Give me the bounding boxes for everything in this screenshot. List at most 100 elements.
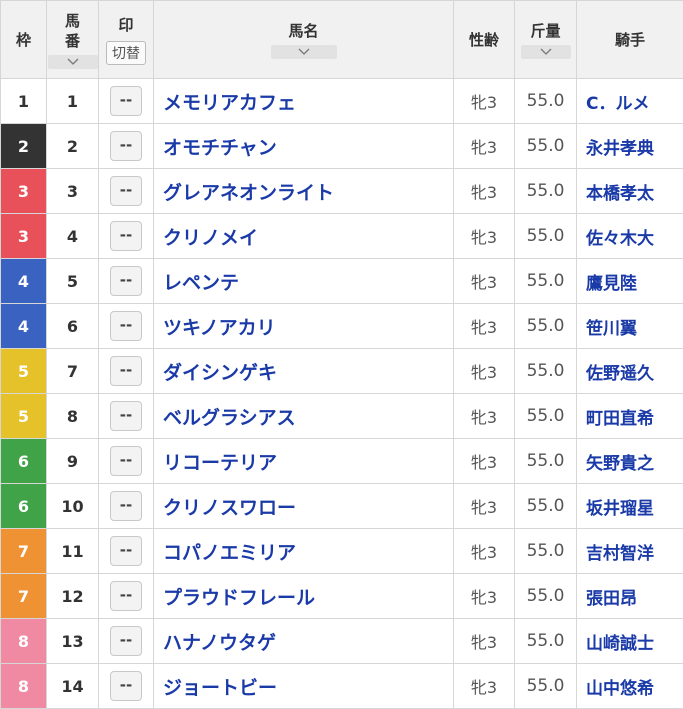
- waku-cell: 7: [1, 574, 47, 619]
- mark-cell: --: [99, 484, 154, 529]
- mark-select-button[interactable]: --: [110, 131, 142, 161]
- waku-cell: 8: [1, 619, 47, 664]
- table-row: 22--オモチチャン牝355.0永井孝典: [1, 124, 683, 169]
- header-umaban[interactable]: 馬 番: [47, 1, 99, 79]
- horse-name-link[interactable]: ダイシンゲキ: [154, 349, 454, 394]
- mark-cell: --: [99, 79, 154, 124]
- sort-umaban-button[interactable]: [48, 55, 98, 69]
- jockey-link[interactable]: 坂井瑠星: [577, 484, 683, 529]
- waku-cell: 6: [1, 484, 47, 529]
- mark-select-button[interactable]: --: [110, 491, 142, 521]
- horse-name-link[interactable]: ハナノウタゲ: [154, 619, 454, 664]
- mark-cell: --: [99, 169, 154, 214]
- jockey-link[interactable]: 張田昂: [577, 574, 683, 619]
- mark-cell: --: [99, 664, 154, 709]
- chevron-down-icon: [67, 58, 79, 65]
- mark-select-button[interactable]: --: [110, 266, 142, 296]
- sexage-cell: 牝3: [454, 664, 515, 709]
- header-kinryo-label: 斤量: [530, 21, 560, 41]
- sort-kinryo-button[interactable]: [521, 45, 571, 59]
- mark-cell: --: [99, 349, 154, 394]
- sexage-cell: 牝3: [454, 214, 515, 259]
- mark-cell: --: [99, 304, 154, 349]
- kinryo-cell: 55.0: [515, 304, 577, 349]
- mark-toggle-button[interactable]: 切替: [106, 41, 146, 65]
- mark-select-button[interactable]: --: [110, 581, 142, 611]
- mark-select-button[interactable]: --: [110, 311, 142, 341]
- umaban-cell: 10: [47, 484, 99, 529]
- mark-select-button[interactable]: --: [110, 626, 142, 656]
- header-kinryo[interactable]: 斤量: [515, 1, 577, 79]
- mark-select-button[interactable]: --: [110, 446, 142, 476]
- horse-name-link[interactable]: ツキノアカリ: [154, 304, 454, 349]
- sort-name-button[interactable]: [271, 45, 337, 59]
- waku-cell: 6: [1, 439, 47, 484]
- waku-cell: 4: [1, 259, 47, 304]
- mark-cell: --: [99, 529, 154, 574]
- horse-name-link[interactable]: プラウドフレール: [154, 574, 454, 619]
- header-name-label: 馬名: [288, 21, 318, 41]
- mark-select-button[interactable]: --: [110, 401, 142, 431]
- jockey-link[interactable]: 鷹見陸: [577, 259, 683, 304]
- horse-name-link[interactable]: オモチチャン: [154, 124, 454, 169]
- waku-cell: 3: [1, 214, 47, 259]
- umaban-cell: 14: [47, 664, 99, 709]
- table-row: 69--リコーテリア牝355.0矢野貴之: [1, 439, 683, 484]
- entry-table: 枠 馬 番 印 切替 馬名: [0, 0, 683, 709]
- jockey-link[interactable]: 佐野遥久: [577, 349, 683, 394]
- jockey-link[interactable]: 山中悠希: [577, 664, 683, 709]
- mark-cell: --: [99, 394, 154, 439]
- jockey-link[interactable]: 笹川翼: [577, 304, 683, 349]
- kinryo-cell: 55.0: [515, 484, 577, 529]
- jockey-link[interactable]: C．ルメ: [577, 79, 683, 124]
- kinryo-cell: 55.0: [515, 349, 577, 394]
- umaban-cell: 4: [47, 214, 99, 259]
- header-row: 枠 馬 番 印 切替 馬名: [1, 1, 683, 79]
- umaban-cell: 9: [47, 439, 99, 484]
- horse-name-link[interactable]: コパノエミリア: [154, 529, 454, 574]
- sexage-cell: 牝3: [454, 574, 515, 619]
- mark-select-button[interactable]: --: [110, 176, 142, 206]
- kinryo-cell: 55.0: [515, 124, 577, 169]
- jockey-link[interactable]: 矢野貴之: [577, 439, 683, 484]
- horse-name-link[interactable]: メモリアカフェ: [154, 79, 454, 124]
- sexage-cell: 牝3: [454, 439, 515, 484]
- jockey-link[interactable]: 吉村智洋: [577, 529, 683, 574]
- jockey-link[interactable]: 町田直希: [577, 394, 683, 439]
- horse-name-link[interactable]: ジョートビー: [154, 664, 454, 709]
- kinryo-cell: 55.0: [515, 394, 577, 439]
- horse-name-link[interactable]: ベルグラシアス: [154, 394, 454, 439]
- jockey-link[interactable]: 佐々木大: [577, 214, 683, 259]
- mark-cell: --: [99, 214, 154, 259]
- horse-name-link[interactable]: リコーテリア: [154, 439, 454, 484]
- horse-name-link[interactable]: クリノメイ: [154, 214, 454, 259]
- mark-select-button[interactable]: --: [110, 671, 142, 701]
- jockey-link[interactable]: 永井孝典: [577, 124, 683, 169]
- umaban-cell: 13: [47, 619, 99, 664]
- header-name[interactable]: 馬名: [154, 1, 454, 79]
- horse-name-link[interactable]: レペンテ: [154, 259, 454, 304]
- table-row: 46--ツキノアカリ牝355.0笹川翼: [1, 304, 683, 349]
- horse-name-link[interactable]: クリノスワロー: [154, 484, 454, 529]
- umaban-cell: 12: [47, 574, 99, 619]
- jockey-link[interactable]: 本橋孝太: [577, 169, 683, 214]
- mark-cell: --: [99, 574, 154, 619]
- mark-select-button[interactable]: --: [110, 536, 142, 566]
- horse-name-link[interactable]: グレアネオンライト: [154, 169, 454, 214]
- chevron-down-icon: [540, 48, 552, 55]
- table-row: 711--コパノエミリア牝355.0吉村智洋: [1, 529, 683, 574]
- umaban-cell: 6: [47, 304, 99, 349]
- mark-select-button[interactable]: --: [110, 356, 142, 386]
- table-row: 34--クリノメイ牝355.0佐々木大: [1, 214, 683, 259]
- entry-rows: 11--メモリアカフェ牝355.0C．ルメ22--オモチチャン牝355.0永井孝…: [1, 79, 683, 709]
- sexage-cell: 牝3: [454, 124, 515, 169]
- kinryo-cell: 55.0: [515, 529, 577, 574]
- kinryo-cell: 55.0: [515, 79, 577, 124]
- kinryo-cell: 55.0: [515, 619, 577, 664]
- sexage-cell: 牝3: [454, 394, 515, 439]
- jockey-link[interactable]: 山崎誠士: [577, 619, 683, 664]
- umaban-cell: 11: [47, 529, 99, 574]
- table-row: 11--メモリアカフェ牝355.0C．ルメ: [1, 79, 683, 124]
- mark-select-button[interactable]: --: [110, 221, 142, 251]
- mark-select-button[interactable]: --: [110, 86, 142, 116]
